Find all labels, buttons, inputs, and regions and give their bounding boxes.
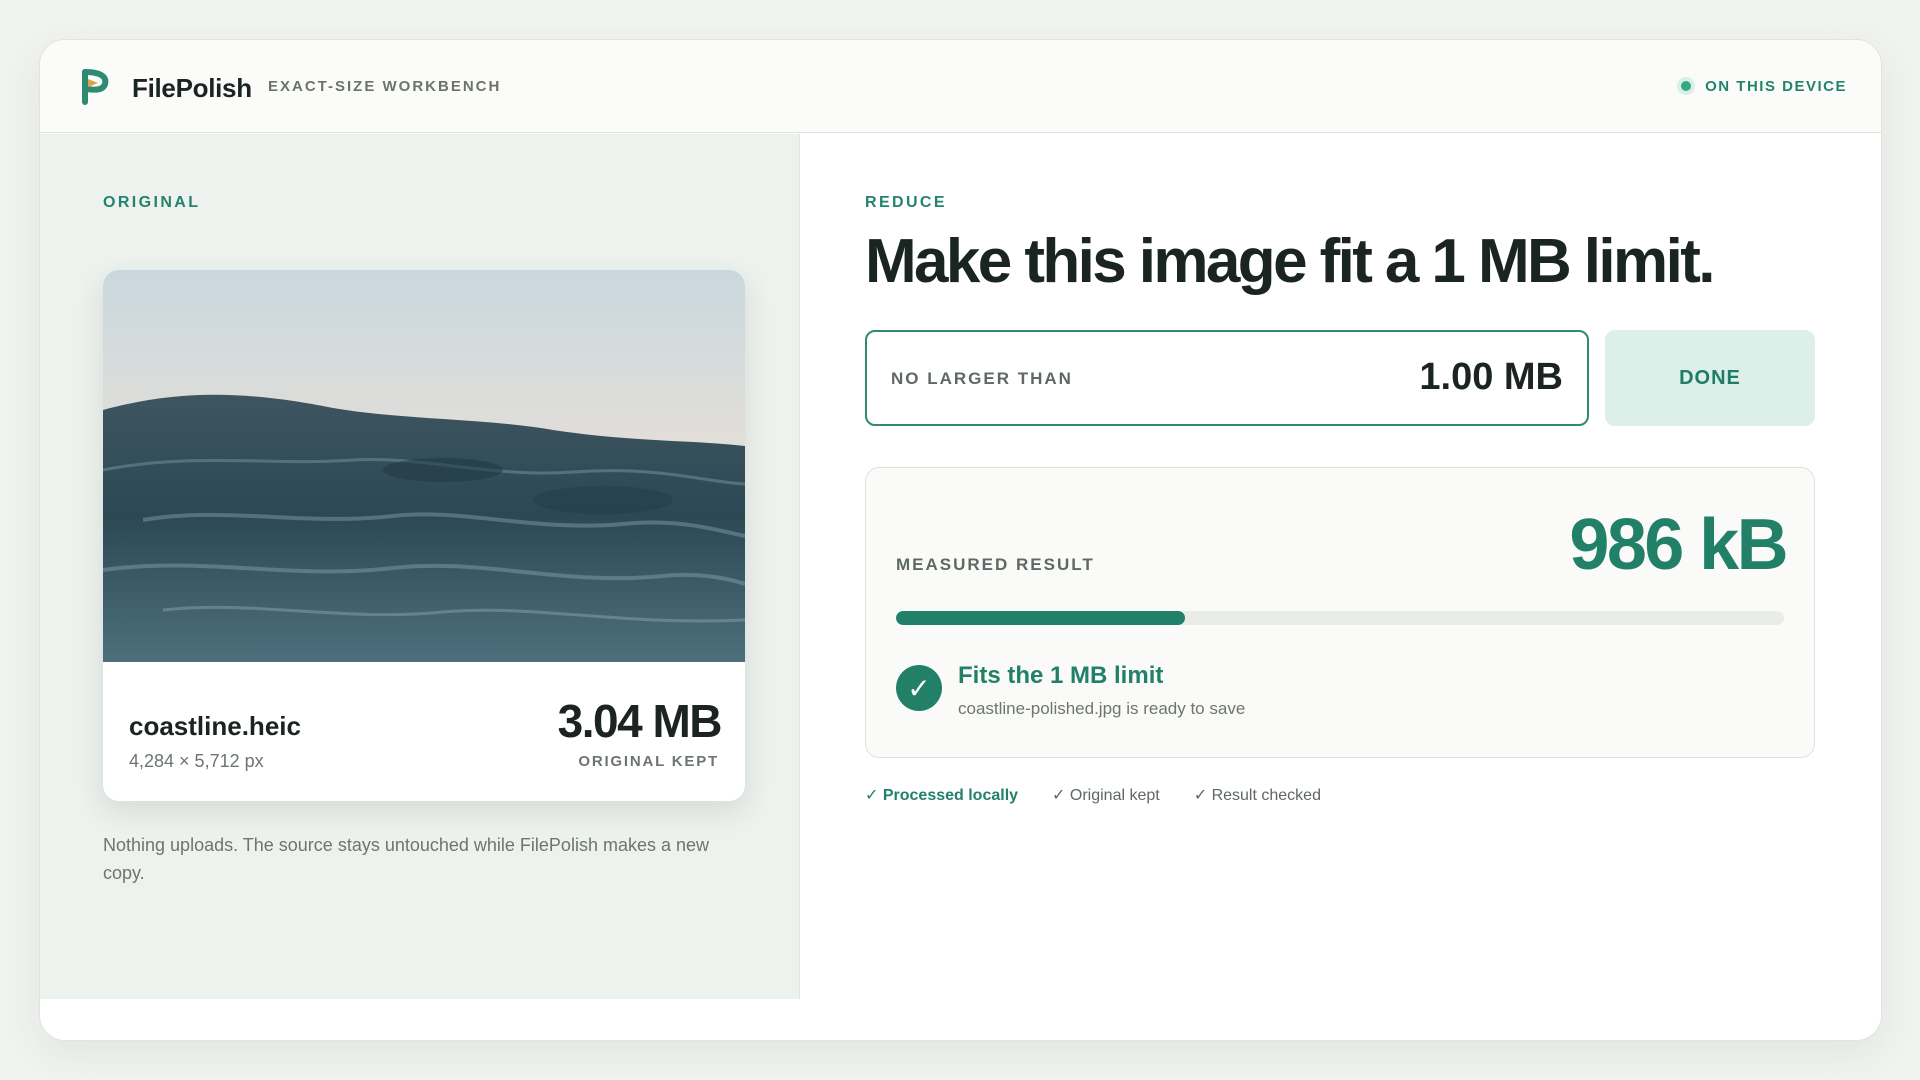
original-panel: ORIGINAL coastline.heic 4,284 × 5,712 px… xyxy=(40,134,800,999)
fits-limit-title: Fits the 1 MB limit xyxy=(958,662,1164,689)
reduce-panel: REDUCE Make this image fit a 1 MB limit.… xyxy=(801,134,1881,999)
measured-result-label: MEASURED RESULT xyxy=(896,555,1095,574)
filepolish-logo-icon xyxy=(82,69,109,105)
badge-result-checked: ✓ Result checked xyxy=(1193,787,1321,804)
size-limit-value[interactable]: 1.00 MB xyxy=(1419,356,1563,399)
ready-to-save-text: coastline-polished.jpg is ready to save xyxy=(958,699,1246,718)
original-size: 3.04 MB xyxy=(557,695,723,747)
workbench-subtitle: EXACT-SIZE WORKBENCH xyxy=(268,78,502,95)
brand-name: FilePolish xyxy=(132,73,252,103)
done-button[interactable]: DONE xyxy=(1605,330,1815,426)
size-limit-field[interactable]: NO LARGER THAN 1.00 MB xyxy=(865,330,1589,426)
device-status: ON THIS DEVICE xyxy=(1677,77,1847,95)
reduce-eyebrow: REDUCE xyxy=(865,194,947,211)
measured-result-card: MEASURED RESULT 986 kB ✓ Fits the 1 MB l… xyxy=(865,467,1815,758)
size-limit-label: NO LARGER THAN xyxy=(891,369,1073,388)
ocean-photo xyxy=(103,270,745,662)
privacy-note: Nothing uploads. The source stays untouc… xyxy=(103,835,710,883)
original-eyebrow: ORIGINAL xyxy=(103,194,201,211)
check-circle-icon: ✓ xyxy=(896,665,942,711)
badge-original-kept: ✓ Original kept xyxy=(1052,787,1160,804)
bottom-strip xyxy=(40,999,1881,1040)
original-dimensions: 4,284 × 5,712 px xyxy=(129,751,264,771)
page-title: Make this image fit a 1 MB limit. xyxy=(865,227,1715,296)
top-bar: FilePolish EXACT-SIZE WORKBENCH ON THIS … xyxy=(40,40,1881,133)
size-progress-fill xyxy=(896,611,1185,625)
original-filename: coastline.heic xyxy=(129,711,301,741)
app-window: FilePolish EXACT-SIZE WORKBENCH ON THIS … xyxy=(39,39,1882,1041)
status-dot-icon xyxy=(1677,77,1696,95)
badge-processed-locally: ✓ Processed locally xyxy=(865,787,1019,804)
device-status-label: ON THIS DEVICE xyxy=(1705,77,1847,95)
status-badges: ✓ Processed locally ✓ Original kept ✓ Re… xyxy=(865,785,1321,805)
original-file-card[interactable]: coastline.heic 4,284 × 5,712 px 3.04 MB … xyxy=(103,270,745,801)
original-kept-label: ORIGINAL KEPT xyxy=(578,753,719,770)
size-progress-bar xyxy=(896,611,1784,625)
measured-result-value: 986 kB xyxy=(1569,505,1788,585)
